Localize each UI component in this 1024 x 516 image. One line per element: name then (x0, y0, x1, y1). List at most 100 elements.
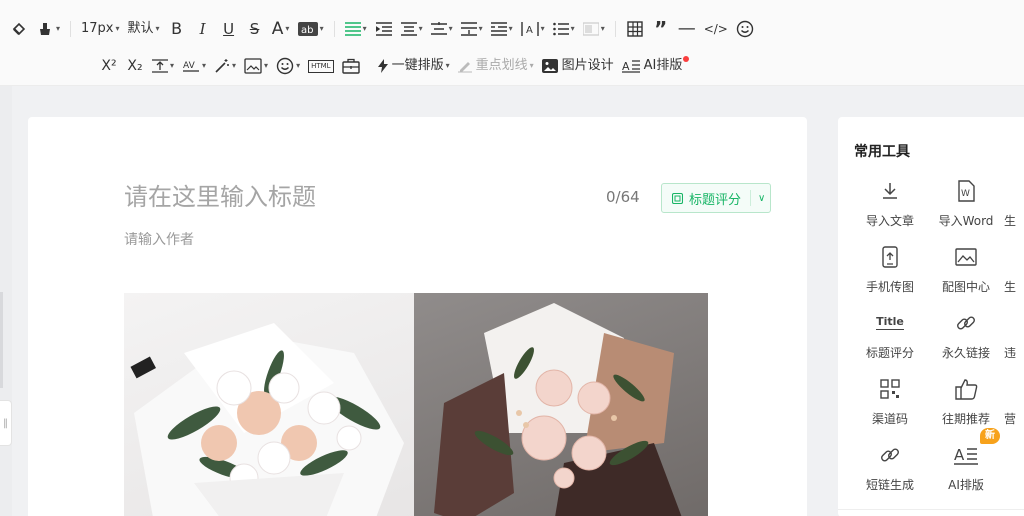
subscript-icon[interactable]: X₂ (126, 55, 144, 77)
tool-import-word[interactable]: W 导入Word (930, 177, 1002, 229)
superscript-icon[interactable]: X² (100, 55, 118, 77)
tool-past-recommend[interactable]: 往期推荐 (930, 375, 1002, 427)
tool-label: 标题评分 (865, 346, 914, 360)
qr-code-icon (854, 375, 926, 403)
tool-label: 违 (1004, 346, 1017, 360)
tool-label: 导入文章 (865, 214, 914, 228)
font-family-select[interactable]: 默认 ▾ (128, 18, 160, 40)
magic-wand-icon[interactable]: ▾ (214, 55, 236, 77)
tool-cut-off[interactable]: 生 (1004, 177, 1024, 229)
letter-spacing-icon[interactable]: A ▾ (520, 18, 545, 40)
cut-off-icon (1004, 243, 1024, 271)
svg-text:AV: AV (183, 61, 196, 71)
table-icon[interactable] (626, 18, 644, 40)
tool-label: 生 (1004, 280, 1017, 294)
panel-divider (838, 509, 1024, 510)
editor-area: 0/64 标题评分 ∨ (28, 117, 807, 516)
divider-icon[interactable]: — (678, 18, 696, 40)
image-style-icon[interactable]: ▾ (244, 55, 268, 77)
emoji-icon[interactable] (736, 18, 754, 40)
paragraph-spacing-icon[interactable]: ▾ (460, 18, 483, 40)
author-input[interactable] (124, 232, 424, 248)
tool-phone-upload[interactable]: 手机传图 (854, 243, 926, 295)
tool-label: 生 (1004, 214, 1017, 228)
strikethrough-icon[interactable]: S (246, 18, 264, 40)
clear-format-icon[interactable]: ▾ (36, 18, 60, 40)
new-badge: 新 (980, 428, 1000, 444)
line-height-icon[interactable]: ▾ (430, 18, 453, 40)
tools-panel-title: 常用工具 (854, 144, 910, 160)
tool-image-center[interactable]: 配图中心 (930, 243, 1002, 295)
thumbs-up-icon (930, 375, 1002, 403)
quote-icon[interactable]: ” (652, 18, 670, 40)
emoji-icon[interactable]: ▾ (276, 55, 300, 77)
cut-off-icon (1004, 309, 1024, 337)
indent-icon[interactable] (375, 18, 393, 40)
tools-panel: 常用工具 导入文章 W 导入Word 生 手机传图 配图中心 生 Title 标… (838, 117, 1024, 516)
list-icon[interactable]: ▾ (552, 18, 575, 40)
toolbar-divider (333, 21, 335, 37)
title-score-icon: Title (876, 315, 904, 330)
left-scroll-indicator (0, 292, 3, 388)
score-icon (672, 192, 683, 204)
background-icon[interactable]: ▾ (582, 18, 605, 40)
tool-short-link[interactable]: 短链生成 (854, 441, 926, 493)
align-left-icon[interactable]: ▾ (344, 18, 367, 40)
tool-label: 永久链接 (941, 346, 990, 360)
tool-cut-off[interactable]: 违 (1004, 309, 1024, 361)
toolbar-divider (614, 21, 616, 37)
tool-label: 渠道码 (871, 412, 908, 426)
toolbox-icon[interactable] (341, 55, 360, 77)
first-line-indent-icon[interactable]: ▾ (490, 18, 513, 40)
tool-cut-off[interactable]: 营 (1004, 375, 1024, 427)
tool-label: 短链生成 (865, 478, 914, 492)
format-painter-icon[interactable] (10, 18, 28, 40)
outdent-icon[interactable]: ▾ (400, 18, 423, 40)
image-design-button[interactable]: 图片设计 (541, 55, 614, 77)
tool-cut-off[interactable]: 生 (1004, 243, 1024, 295)
highlight-line-button[interactable]: 重点划线 ▾ (457, 55, 534, 77)
tool-label: 配图中心 (941, 280, 990, 294)
ai-layout-icon: A (621, 60, 640, 73)
code-icon[interactable]: </> (704, 18, 728, 40)
tool-label: 营 (1004, 412, 1017, 426)
bouquet-image-left (124, 293, 414, 516)
font-size-select[interactable]: 17px ▾ (81, 18, 120, 40)
image-center-icon (930, 243, 1002, 271)
svg-text:A: A (954, 446, 965, 464)
bold-icon[interactable]: B (168, 18, 186, 40)
title-input[interactable] (124, 183, 544, 211)
article-image[interactable] (124, 293, 708, 516)
cut-off-icon (1004, 177, 1024, 205)
tool-channel-code[interactable]: 渠道码 (854, 375, 926, 427)
tool-label: 手机传图 (865, 280, 914, 294)
collapse-handle[interactable]: ‖ (0, 400, 12, 446)
download-icon (854, 177, 926, 205)
tool-ai-layout[interactable]: A AI排版 (930, 441, 1002, 493)
highlight-color-icon[interactable]: ab ▾ (297, 18, 324, 40)
svg-text:W: W (961, 189, 970, 199)
svg-text:A: A (622, 60, 630, 73)
lightning-icon (377, 59, 388, 73)
title-score-button[interactable]: 标题评分 ∨ (661, 183, 771, 213)
bouquet-image-right (414, 293, 708, 516)
tool-import-article[interactable]: 导入文章 (854, 177, 926, 229)
vertical-align-icon[interactable]: ▾ (152, 55, 174, 77)
char-spacing-icon[interactable]: AV ▾ (182, 55, 206, 77)
tool-permanent-link[interactable]: 永久链接 (930, 309, 1002, 361)
word-icon: W (930, 177, 1002, 205)
underline-icon[interactable]: U (220, 18, 238, 40)
toolbar-row-1: ▾ 17px▾ 默认▾ B I U S A▾ ab▾ ▾ ▾ ▾ ▾ ▾ (10, 18, 762, 40)
toolbar-divider (70, 21, 72, 37)
short-link-icon (854, 441, 926, 469)
html-icon[interactable]: HTML (308, 55, 334, 77)
ai-layout-button[interactable]: A AI排版 (621, 55, 690, 77)
pen-icon (457, 62, 472, 73)
one-click-layout-button[interactable]: 一键排版 ▾ (377, 55, 450, 77)
italic-icon[interactable]: I (194, 18, 212, 40)
tool-title-score[interactable]: Title 标题评分 (854, 309, 926, 361)
font-color-icon[interactable]: A ▾ (272, 18, 290, 40)
cut-off-icon (1004, 375, 1024, 403)
chevron-down-icon[interactable]: ∨ (750, 190, 765, 206)
tool-label: 往期推荐 (941, 412, 990, 426)
